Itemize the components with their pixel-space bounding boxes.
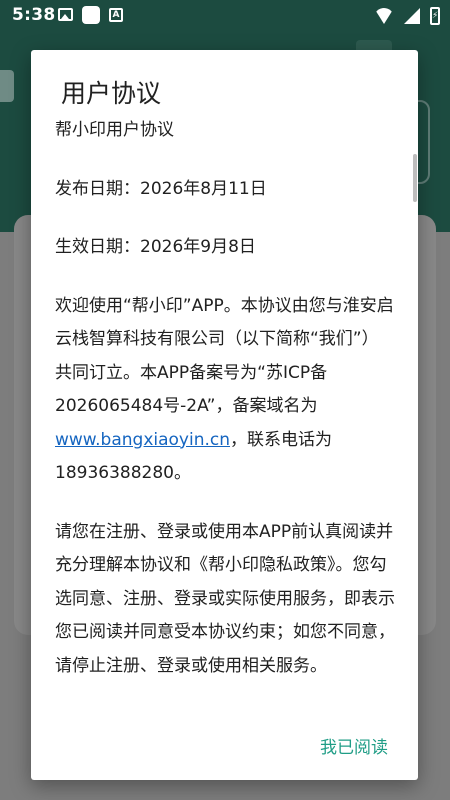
intro-paragraph: 欢迎使用“帮小印”APP。本协议由您与淮安启云栈智算科技有限公司（以下简称“我们… <box>55 290 395 491</box>
intro-text: 欢迎使用“帮小印”APP。本协议由您与淮安启云栈智算科技有限公司（以下简称“我们… <box>55 295 394 417</box>
agreement-content: 帮小印用户协议 发布日期：2026年8月11日 生效日期：2026年9月8日 欢… <box>55 114 395 683</box>
consent-paragraph: 请您在注册、登录或使用本APP前认真阅读并充分理解本协议和《帮小印隐私政策》。您… <box>55 521 395 676</box>
a-badge-icon: A <box>109 8 123 22</box>
doc-name: 帮小印用户协议 <box>55 120 174 140</box>
notification-icons: A <box>58 6 123 24</box>
agreement-scroll-area[interactable]: 帮小印用户协议 发布日期：2026年8月11日 生效日期：2026年9月8日 欢… <box>31 114 418 699</box>
status-time: 5:38 <box>12 5 56 25</box>
square-icon <box>82 6 100 24</box>
status-right-icons: ⚡ <box>374 7 440 25</box>
agreement-dialog: 用户协议 帮小印用户协议 发布日期：2026年8月11日 生效日期：2026年9… <box>31 50 418 780</box>
image-icon <box>58 8 73 21</box>
signal-icon <box>404 8 420 24</box>
dialog-title: 用户协议 <box>61 79 162 108</box>
confirm-read-button[interactable]: 我已阅读 <box>320 733 388 758</box>
website-link[interactable]: www.bangxiaoyin.cn <box>55 430 230 450</box>
wifi-icon <box>374 8 394 24</box>
scrollbar[interactable] <box>413 154 417 202</box>
publish-date: 发布日期：2026年8月11日 <box>55 178 267 199</box>
app-header-icon <box>0 70 14 102</box>
effective-date: 生效日期：2026年9月8日 <box>55 237 256 257</box>
battery-icon: ⚡ <box>430 7 440 25</box>
status-bar: 5:38 A ⚡ <box>0 0 450 32</box>
dialog-actions: 我已阅读 <box>320 733 388 758</box>
